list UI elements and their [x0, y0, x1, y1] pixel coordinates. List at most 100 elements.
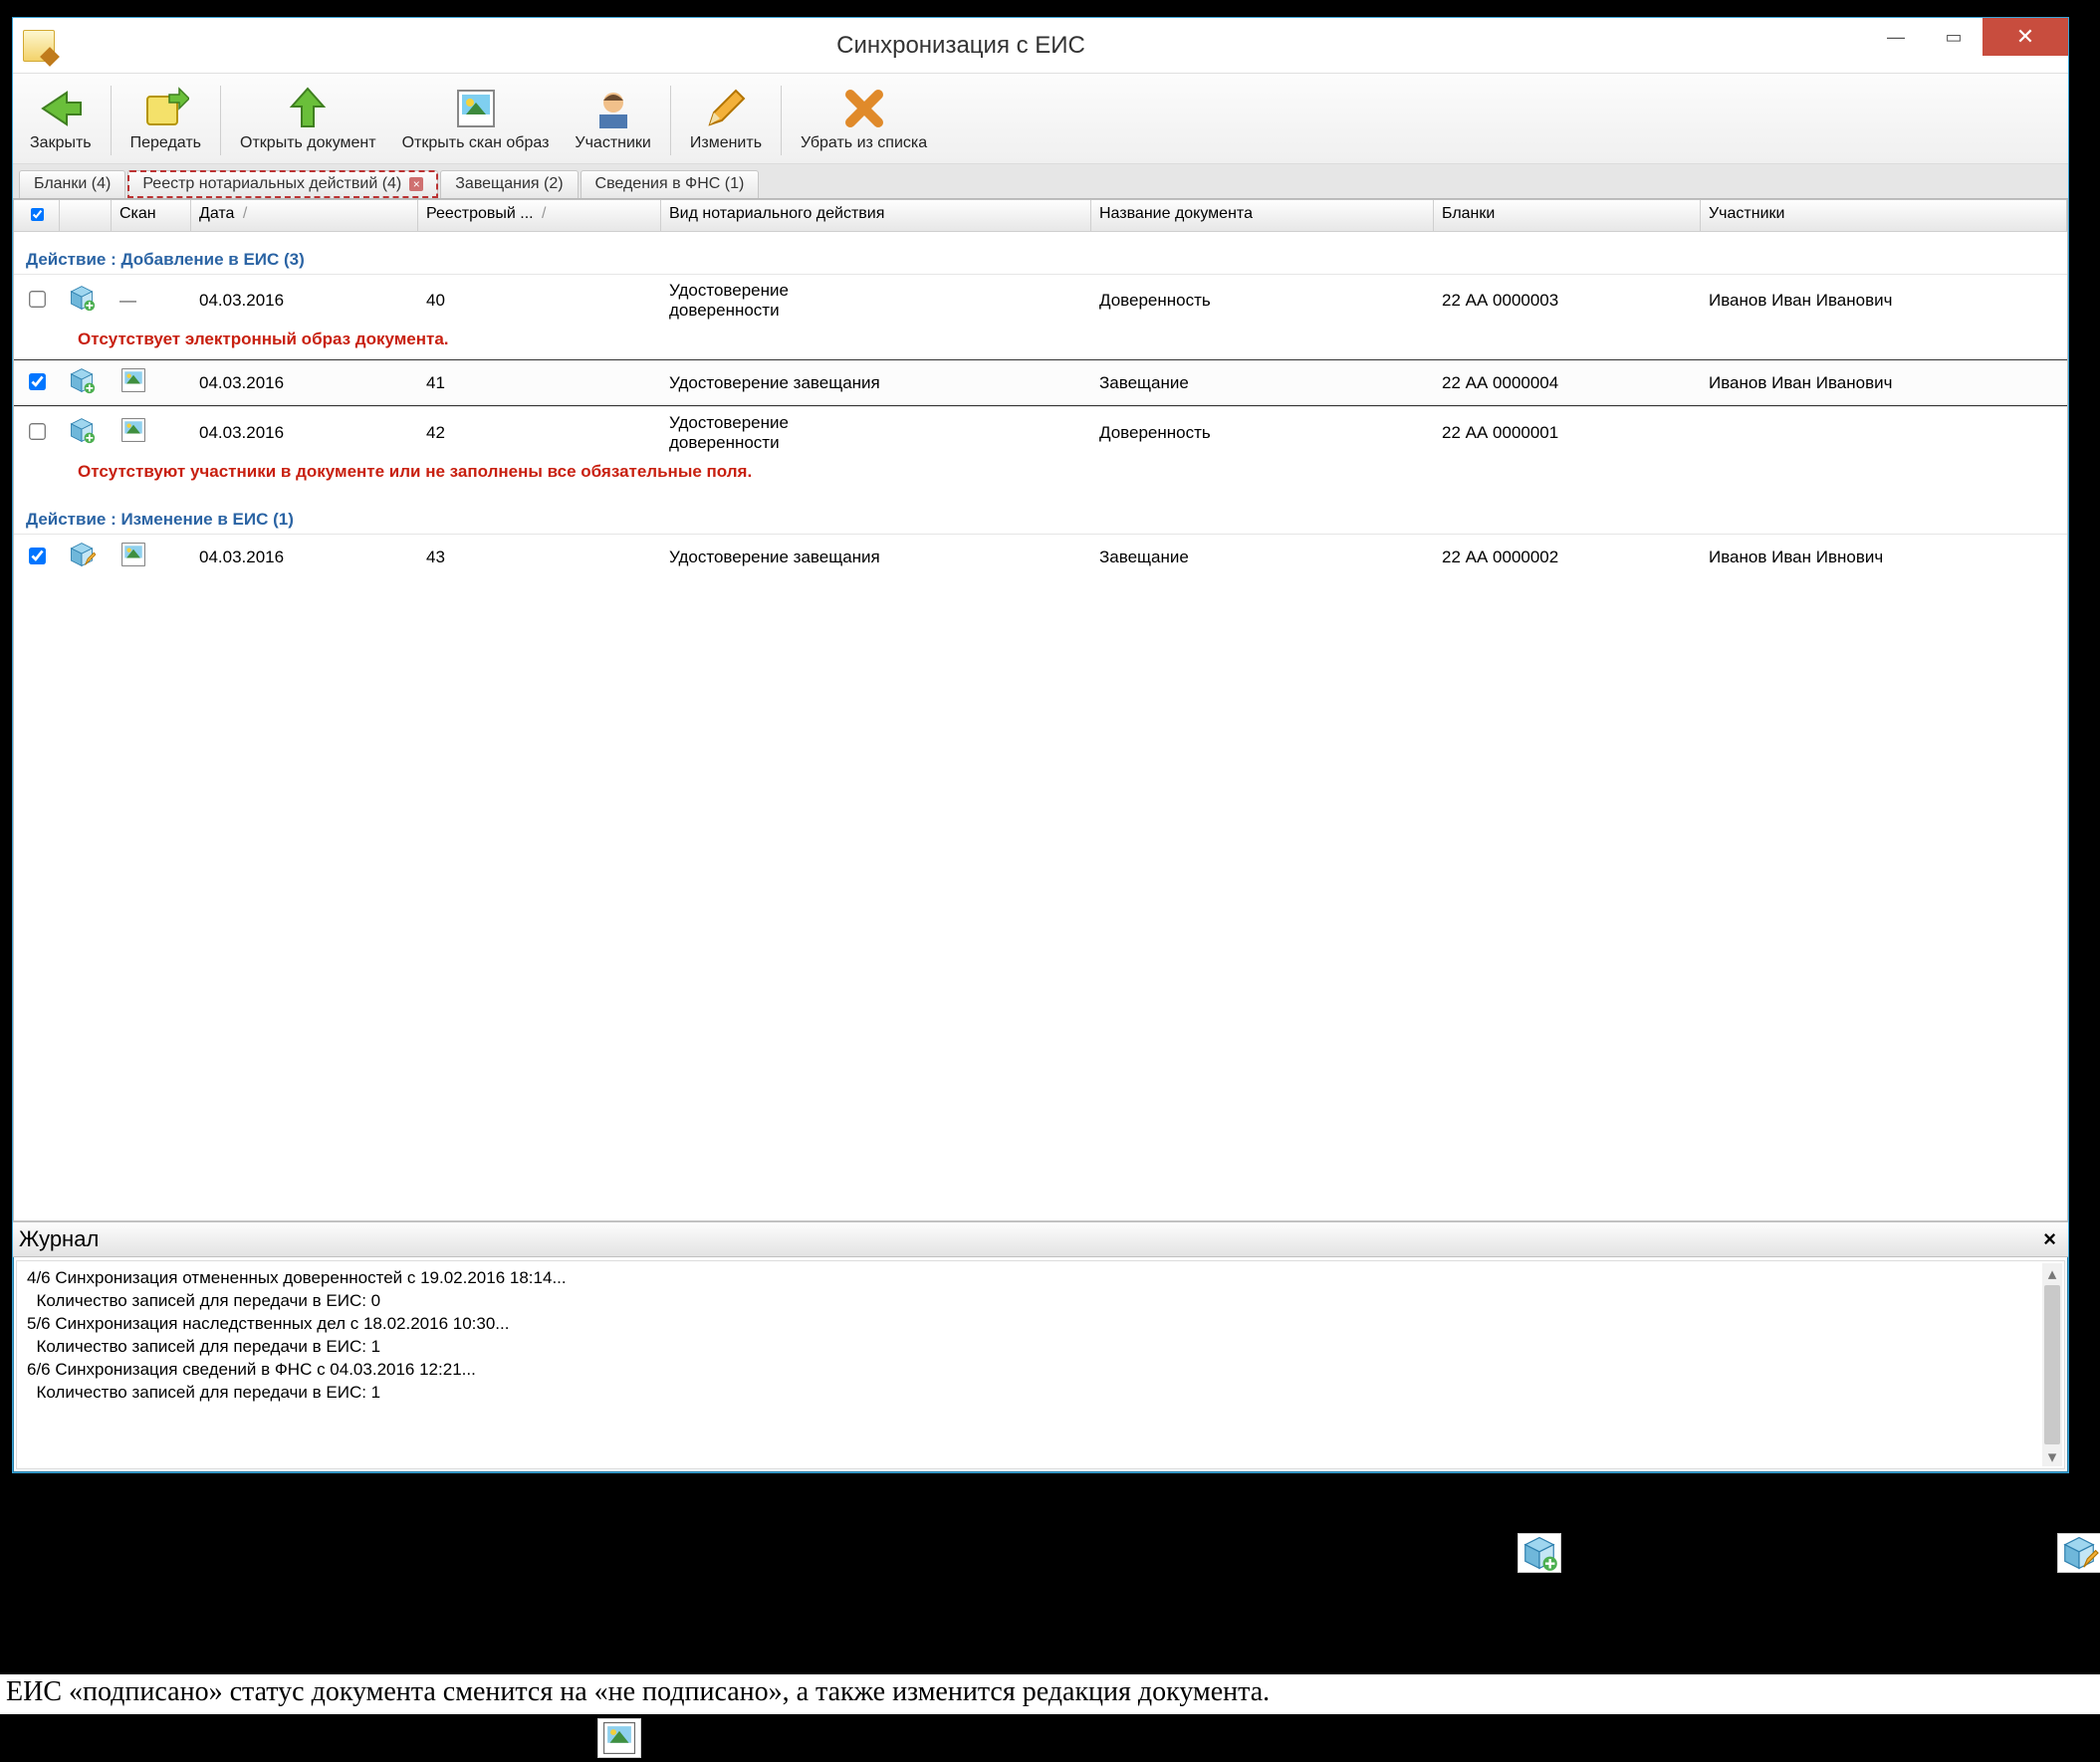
- cell-participants: Иванов Иван Иванович: [1701, 285, 2067, 317]
- journal-title: Журнал: [19, 1226, 99, 1252]
- scroll-thumb[interactable]: [2044, 1285, 2060, 1444]
- tab-blanks[interactable]: Бланки (4): [19, 170, 125, 198]
- cell-doc: Завещание: [1091, 367, 1434, 399]
- journal-scrollbar[interactable]: ▴ ▾: [2042, 1263, 2062, 1466]
- journal-line: Количество записей для передачи в ЕИС: 0: [27, 1290, 2040, 1313]
- tab-wills[interactable]: Завещания (2): [440, 170, 578, 198]
- photo-icon: [452, 85, 500, 132]
- journal-line: Количество записей для передачи в ЕИС: 1: [27, 1336, 2040, 1359]
- row-error: Отсутствует электронный образ документа.: [14, 326, 2067, 359]
- table-row[interactable]: 04.03.2016 42 Удостоверениедоверенности …: [14, 406, 2067, 458]
- scan-thumb-icon: [119, 366, 147, 394]
- cell-type: Удостоверениедоверенности: [661, 407, 1091, 458]
- header-date[interactable]: Дата: [191, 200, 418, 231]
- journal-close-button[interactable]: ×: [2037, 1226, 2062, 1252]
- table-row[interactable]: 04.03.2016 41 Удостоверение завещания За…: [14, 359, 2067, 406]
- cell-blank: 22 АА 0000002: [1434, 542, 1701, 573]
- cube-edit-icon: [68, 541, 96, 568]
- journal-body: 4/6 Синхронизация отмененных доверенност…: [16, 1260, 2065, 1469]
- x-icon: [840, 85, 888, 132]
- journal-line: Количество записей для передачи в ЕИС: 1: [27, 1382, 2040, 1405]
- edit-label: Изменить: [690, 134, 762, 152]
- cell-regnum: 42: [418, 417, 661, 449]
- table-row[interactable]: — 04.03.2016 40 Удостоверениедоверенност…: [14, 274, 2067, 326]
- header-type[interactable]: Вид нотариального действия: [661, 200, 1091, 231]
- cell-regnum: 41: [418, 367, 661, 399]
- cell-doc: Доверенность: [1091, 417, 1434, 449]
- cube-add-icon: [68, 284, 96, 312]
- open-scan-button[interactable]: Открыть скан образ: [391, 80, 561, 159]
- edit-button[interactable]: Изменить: [679, 80, 773, 159]
- scan-thumb-icon: [119, 416, 147, 444]
- cell-type: Удостоверениедоверенности: [661, 275, 1091, 326]
- inline-cube-add-icon: [1517, 1533, 1561, 1573]
- participants-button[interactable]: Участники: [564, 80, 661, 159]
- sync-window: Синхронизация с ЕИС — ▭ ✕ Закрыть Переда…: [12, 17, 2069, 1473]
- send-button[interactable]: Передать: [119, 80, 212, 159]
- scroll-up-icon[interactable]: ▴: [2042, 1263, 2062, 1283]
- cell-blank: 22 АА 0000004: [1434, 367, 1701, 399]
- table-row[interactable]: 04.03.2016 43 Удостоверение завещания За…: [14, 534, 2067, 579]
- open-document-button[interactable]: Открыть документ: [229, 80, 387, 159]
- title-bar: Синхронизация с ЕИС — ▭ ✕: [13, 18, 2068, 74]
- cell-doc: Доверенность: [1091, 285, 1434, 317]
- header-participants[interactable]: Участники: [1701, 200, 2067, 231]
- window-title: Синхронизация с ЕИС: [55, 32, 1867, 60]
- maximize-button[interactable]: ▭: [1925, 18, 1983, 56]
- row-checkbox[interactable]: [29, 373, 46, 390]
- cell-type: Удостоверение завещания: [661, 542, 1091, 573]
- cell-blank: 22 АА 0000003: [1434, 285, 1701, 317]
- row-checkbox[interactable]: [29, 291, 46, 308]
- scan-thumb-icon: [119, 541, 147, 568]
- inline-cube-edit-icon: [2057, 1533, 2100, 1573]
- pencil-icon: [702, 85, 750, 132]
- tab-registry[interactable]: Реестр нотариальных действий (4)×: [127, 170, 438, 198]
- cell-participants: [1701, 427, 2067, 439]
- cell-participants: Иванов Иван Иванович: [1701, 367, 2067, 399]
- scroll-down-icon[interactable]: ▾: [2042, 1446, 2062, 1466]
- row-checkbox[interactable]: [29, 548, 46, 564]
- close-label: Закрыть: [30, 134, 92, 152]
- header-doc[interactable]: Название документа: [1091, 200, 1434, 231]
- cell-date: 04.03.2016: [191, 542, 418, 573]
- cell-type: Удостоверение завещания: [661, 367, 1091, 399]
- cell-doc: Завещание: [1091, 542, 1434, 573]
- tab-fns[interactable]: Сведения в ФНС (1): [581, 170, 760, 198]
- row-error: Отсутствуют участники в документе или не…: [14, 458, 2067, 492]
- header-blanks[interactable]: Бланки: [1434, 200, 1701, 231]
- header-check-all[interactable]: [14, 200, 60, 231]
- cell-scan: [112, 410, 191, 455]
- journal-header: Журнал ×: [13, 1222, 2068, 1257]
- group-edit: Действие : Изменение в ЕИС (1): [14, 492, 2067, 534]
- group-add: Действие : Добавление в ЕИС (3): [14, 232, 2067, 274]
- grid-header: Скан Дата Реестровый ... Вид нотариально…: [14, 200, 2067, 232]
- tab-strip: Бланки (4) Реестр нотариальных действий …: [13, 164, 2068, 199]
- header-regnum[interactable]: Реестровый ...: [418, 200, 661, 231]
- cell-scan: [112, 535, 191, 579]
- person-icon: [589, 85, 637, 132]
- minimize-button[interactable]: —: [1867, 18, 1925, 56]
- participants-label: Участники: [575, 134, 650, 152]
- cube-add-icon: [68, 416, 96, 444]
- header-icon: [60, 200, 112, 231]
- cell-scan: —: [112, 285, 191, 317]
- close-button[interactable]: Закрыть: [19, 80, 103, 159]
- cell-regnum: 40: [418, 285, 661, 317]
- close-window-button[interactable]: ✕: [1983, 18, 2068, 56]
- cell-blank: 22 АА 0000001: [1434, 417, 1701, 449]
- journal-panel: Журнал × 4/6 Синхронизация отмененных до…: [13, 1221, 2068, 1472]
- header-scan[interactable]: Скан: [112, 200, 191, 231]
- remove-button[interactable]: Убрать из списка: [790, 80, 938, 159]
- inline-scan-icon: [597, 1718, 641, 1758]
- tab-close-icon[interactable]: ×: [409, 177, 423, 191]
- body-paragraph: ЕИС «подписано» статус документа сменитс…: [0, 1674, 2100, 1714]
- cell-scan: [112, 360, 191, 405]
- send-label: Передать: [130, 134, 201, 152]
- app-icon: [23, 30, 55, 62]
- row-checkbox[interactable]: [29, 423, 46, 440]
- journal-line: 6/6 Синхронизация сведений в ФНС с 04.03…: [27, 1359, 2040, 1382]
- cell-participants: Иванов Иван Ивнович: [1701, 542, 2067, 573]
- cell-date: 04.03.2016: [191, 417, 418, 449]
- journal-line: 5/6 Синхронизация наследственных дел с 1…: [27, 1313, 2040, 1336]
- arrow-up-icon: [284, 85, 332, 132]
